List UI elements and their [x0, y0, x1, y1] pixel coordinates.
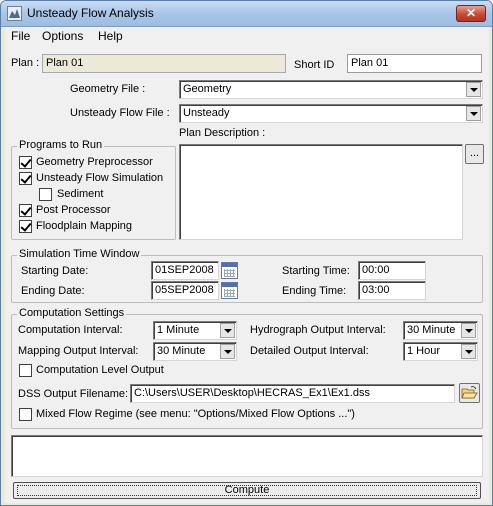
computation-interval-label: Computation Interval:: [18, 324, 123, 336]
compute-button[interactable]: Compute: [13, 482, 481, 499]
ending-time-field[interactable]: 03:00: [358, 281, 426, 300]
unsteady-flow-file-value: Unsteady: [183, 107, 230, 119]
close-icon: ✕: [465, 6, 477, 20]
mapping-output-interval-value: 30 Minute: [157, 345, 206, 357]
ending-time-label: Ending Time:: [282, 285, 347, 297]
ending-time-value: 03:00: [362, 284, 390, 296]
chevron-down-icon[interactable]: [461, 323, 476, 338]
menu-file[interactable]: File: [11, 29, 30, 43]
starting-time-label: Starting Time:: [282, 265, 350, 277]
app-icon: [7, 6, 22, 21]
starting-date-value: 01SEP2008: [155, 264, 214, 276]
starting-date-field[interactable]: 01SEP2008: [151, 261, 219, 280]
programs-to-run-title: Programs to Run: [17, 139, 105, 151]
short-id-value: Plan 01: [351, 57, 389, 69]
chevron-down-icon[interactable]: [466, 106, 481, 121]
chevron-down-icon[interactable]: [466, 82, 481, 97]
plan-label: Plan :: [11, 57, 40, 69]
post-processor-label: Post Processor: [36, 204, 111, 216]
computation-level-output-label: Computation Level Output: [36, 364, 164, 376]
simulation-time-window-title: Simulation Time Window: [17, 248, 142, 260]
dss-output-filename-field[interactable]: C:\Users\USER\Desktop\HECRAS_Ex1\Ex1.dss: [130, 384, 455, 403]
post-processor-checkbox[interactable]: [19, 204, 32, 217]
dss-output-filename-label: DSS Output Filename:: [18, 388, 129, 400]
chevron-down-icon[interactable]: [461, 344, 476, 359]
geometry-file-value: Geometry: [183, 83, 232, 95]
unsteady-flow-simulation-label: Unsteady Flow Simulation: [36, 172, 164, 184]
computation-interval-value: 1 Minute: [157, 324, 200, 336]
window-title: Unsteady Flow Analysis: [27, 6, 154, 20]
mapping-output-interval-select[interactable]: 30 Minute: [153, 342, 237, 361]
computation-level-output-checkbox[interactable]: [19, 364, 32, 377]
hydrograph-output-interval-select[interactable]: 30 Minute: [403, 321, 478, 340]
mixed-flow-regime-checkbox[interactable]: [19, 408, 32, 421]
calendar-icon[interactable]: [221, 282, 238, 299]
compute-button-label: Compute: [224, 484, 270, 496]
plan-value: Plan 01: [46, 57, 84, 69]
sediment-label: Sediment: [57, 188, 104, 200]
short-id-field[interactable]: Plan 01: [347, 54, 482, 73]
ellipsis-icon: ...: [469, 147, 480, 159]
starting-time-field[interactable]: 00:00: [358, 261, 426, 280]
calendar-icon[interactable]: [221, 262, 238, 279]
mixed-flow-regime-label: Mixed Flow Regime (see menu: "Options/Mi…: [36, 408, 355, 420]
dss-output-filename-value: C:\Users\USER\Desktop\HECRAS_Ex1\Ex1.dss: [134, 387, 370, 399]
hydrograph-output-interval-value: 30 Minute: [407, 324, 456, 336]
unsteady-flow-window: Unsteady Flow Analysis ✕ File Options He…: [0, 0, 493, 506]
starting-date-label: Starting Date:: [21, 265, 89, 277]
floodplain-mapping-checkbox[interactable]: [19, 220, 32, 233]
dss-browse-button[interactable]: [459, 383, 480, 403]
plan-description-textarea[interactable]: [179, 144, 463, 240]
computation-settings-title: Computation Settings: [17, 307, 127, 319]
detailed-output-interval-label: Detailed Output Interval:: [250, 345, 369, 357]
unsteady-flow-file-select[interactable]: Unsteady: [179, 104, 483, 123]
detailed-output-interval-select[interactable]: 1 Hour: [403, 342, 478, 361]
menu-bar: File Options Help: [5, 27, 489, 45]
ending-date-value: 05SEP2008: [155, 284, 214, 296]
geometry-preprocessor-checkbox[interactable]: [19, 156, 32, 169]
unsteady-flow-file-label: Unsteady Flow File :: [70, 107, 170, 119]
geometry-file-label: Geometry File :: [70, 83, 146, 95]
chevron-down-icon[interactable]: [220, 323, 235, 338]
plan-description-label: Plan Description :: [179, 127, 266, 139]
floodplain-mapping-label: Floodplain Mapping: [36, 220, 133, 232]
menu-help[interactable]: Help: [98, 29, 123, 43]
chevron-down-icon[interactable]: [220, 344, 235, 359]
geometry-file-select[interactable]: Geometry: [179, 80, 483, 99]
sediment-checkbox[interactable]: [39, 188, 52, 201]
ending-date-label: Ending Date:: [21, 285, 85, 297]
open-folder-icon: [461, 386, 478, 399]
starting-time-value: 00:00: [362, 264, 390, 276]
menu-options[interactable]: Options: [42, 29, 83, 43]
ending-date-field[interactable]: 05SEP2008: [151, 281, 219, 300]
mapping-output-interval-label: Mapping Output Interval:: [18, 345, 139, 357]
hydrograph-output-interval-label: Hydrograph Output Interval:: [250, 324, 386, 336]
unsteady-flow-simulation-checkbox[interactable]: [19, 172, 32, 185]
computation-interval-select[interactable]: 1 Minute: [153, 321, 237, 340]
detailed-output-interval-value: 1 Hour: [407, 345, 441, 357]
title-bar[interactable]: Unsteady Flow Analysis ✕: [1, 1, 492, 27]
plan-description-browse-button[interactable]: ...: [465, 144, 484, 164]
output-message-box[interactable]: [11, 435, 483, 477]
client-area: File Options Help Plan : Plan 01 Short I…: [5, 27, 489, 503]
geometry-preprocessor-label: Geometry Preprocessor: [36, 156, 153, 168]
short-id-label: Short ID: [294, 59, 335, 71]
close-button[interactable]: ✕: [456, 5, 486, 22]
plan-field[interactable]: Plan 01: [42, 54, 286, 73]
